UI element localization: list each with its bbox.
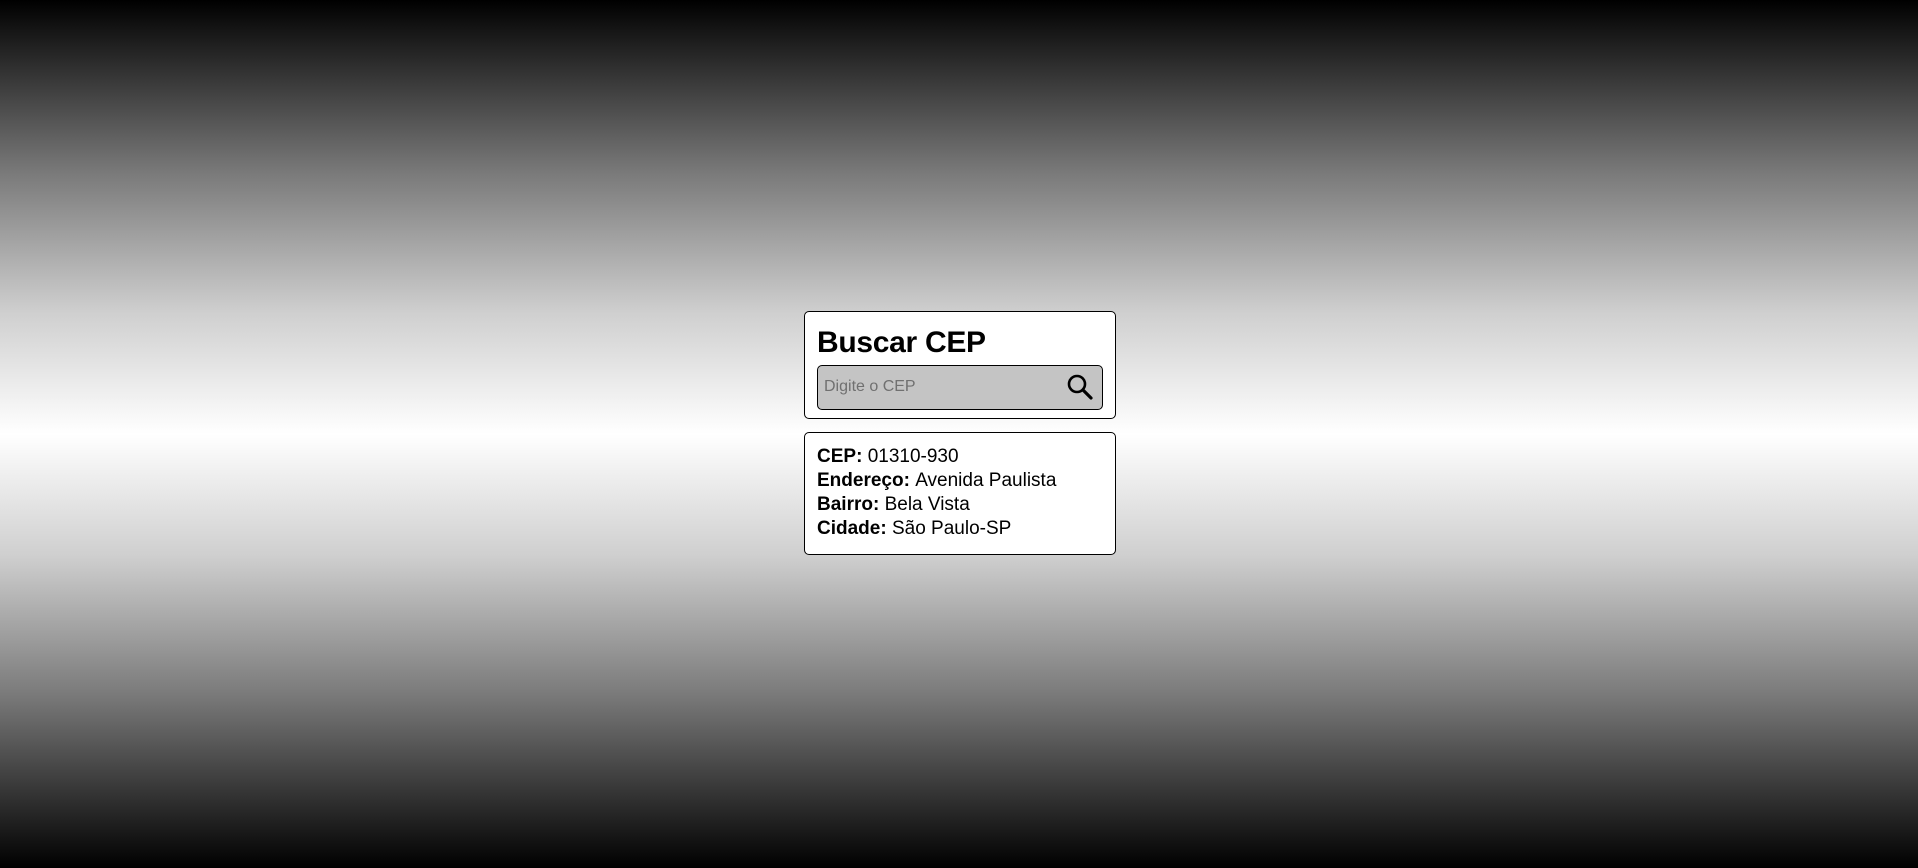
cep-value: 01310-930	[867, 446, 959, 467]
cidade-value: São Paulo-SP	[891, 518, 1012, 539]
endereco-value: Avenida Paulista	[915, 470, 1057, 491]
search-box	[817, 365, 1103, 410]
bairro-value: Bela Vista	[884, 494, 970, 515]
cep-app: Buscar CEP CEP: 01310-930 Endereço: Aven…	[804, 311, 1116, 555]
endereco-label: Endereço:	[817, 470, 916, 491]
cidade-row: Cidade: São Paulo-SP	[817, 517, 1103, 541]
result-card: CEP: 01310-930 Endereço: Avenida Paulist…	[804, 432, 1116, 555]
page-title: Buscar CEP	[817, 326, 986, 359]
cep-row: CEP: 01310-930	[817, 445, 1103, 469]
search-button[interactable]	[1066, 373, 1094, 401]
cep-label: CEP:	[817, 446, 868, 467]
cep-search-input[interactable]	[818, 366, 1070, 408]
search-card: Buscar CEP	[804, 311, 1116, 419]
endereco-row: Endereço: Avenida Paulista	[817, 469, 1103, 493]
bairro-label: Bairro:	[817, 494, 885, 515]
search-icon	[1067, 374, 1093, 400]
bairro-row: Bairro: Bela Vista	[817, 493, 1103, 517]
cidade-label: Cidade:	[817, 518, 892, 539]
